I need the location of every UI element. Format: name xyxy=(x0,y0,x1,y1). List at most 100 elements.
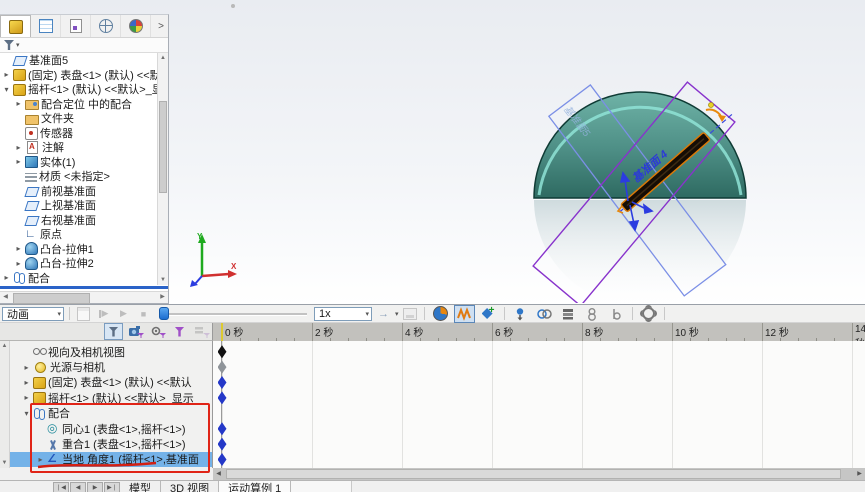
rollback-bar[interactable] xyxy=(0,286,168,289)
timeline-zoom-slider[interactable] xyxy=(159,306,307,321)
motion-analysis-button[interactable] xyxy=(582,305,603,323)
key-point-blue[interactable] xyxy=(217,422,227,436)
scroll-right-icon[interactable]: ▶ xyxy=(157,292,168,303)
tree-item[interactable]: 材质 <未指定> xyxy=(0,169,157,184)
3d-scene[interactable]: 基准面5 基准面 4 xyxy=(500,78,790,303)
tree-item[interactable]: 原点 xyxy=(0,227,157,242)
expand-arrow-icon[interactable]: ▸ xyxy=(14,157,23,166)
gravity-button[interactable] xyxy=(510,305,531,323)
scroll-down-icon[interactable]: ▼ xyxy=(158,275,168,285)
first-tab-button[interactable]: ❘◀ xyxy=(53,482,69,492)
expand-arrow-icon[interactable]: ▸ xyxy=(14,143,23,152)
expand-arrow-icon[interactable]: ▾ xyxy=(22,409,31,418)
scrollbar-thumb[interactable] xyxy=(226,469,841,479)
expand-arrow-icon[interactable]: ▾ xyxy=(2,85,11,94)
tree-item[interactable]: ▸ 凸台-拉伸1 xyxy=(0,242,157,257)
last-tab-button[interactable]: ▶❘ xyxy=(104,482,120,492)
contact-button[interactable] xyxy=(534,305,555,323)
key-point-black[interactable] xyxy=(217,345,227,359)
stop-button[interactable]: ■ xyxy=(135,306,152,321)
feature-tree-vertical-scrollbar[interactable]: ▲ ▼ xyxy=(157,53,168,285)
expand-arrow-icon[interactable]: ▸ xyxy=(14,259,23,268)
tree-item[interactable]: 前视基准面 xyxy=(0,184,157,199)
snapshot-button[interactable] xyxy=(606,305,627,323)
tree-item[interactable]: 传感器 xyxy=(0,126,157,141)
play-button[interactable]: ▶ xyxy=(115,306,132,321)
tree-item[interactable]: ▸ 注解 xyxy=(0,140,157,155)
tree-item[interactable]: 文件夹 xyxy=(0,111,157,126)
timeline-horizontal-scrollbar[interactable]: ◀ ▶ xyxy=(213,468,865,480)
tree-item[interactable]: ▸ (固定) 表盘<1> (默认) <<默认 xyxy=(0,68,157,83)
expand-arrow-icon[interactable]: ▸ xyxy=(14,244,23,253)
filter-animated-icon[interactable] xyxy=(126,323,145,340)
timeline-canvas[interactable] xyxy=(213,341,865,468)
tree-item[interactable]: ▸ 配合 xyxy=(0,271,157,286)
spring-button[interactable] xyxy=(453,304,475,323)
study-type-select[interactable]: 动画 ▾ xyxy=(2,306,64,321)
key-point-blue[interactable] xyxy=(217,376,227,389)
save-animation-button[interactable] xyxy=(402,306,419,321)
timeline-ruler[interactable]: 0 秒 2 秒 4 秒 6 秒 8 秒 10 秒 12 秒 14 秒 xyxy=(213,323,865,342)
tree-item[interactable]: ▾ 摇杆<1> (默认) <<默认>_显示 xyxy=(0,82,157,97)
expand-arrow-icon[interactable]: ▸ xyxy=(14,99,23,108)
scrollbar-thumb[interactable] xyxy=(159,101,167,193)
tree-item[interactable]: ▸ (固定) 表盘<1> (默认) <<默认 xyxy=(10,375,212,390)
filter-selected-funnel-icon[interactable] xyxy=(170,323,189,340)
key-point-blue[interactable] xyxy=(217,437,227,451)
key-point-blue[interactable] xyxy=(217,453,227,466)
tree-item[interactable]: 视向及相机视图 xyxy=(10,344,212,359)
previous-tab-button[interactable]: ◀ xyxy=(70,482,86,492)
expand-arrow-icon[interactable]: ▸ xyxy=(2,70,11,79)
scroll-up-icon[interactable]: ▲ xyxy=(158,53,168,63)
tree-item[interactable]: 同心1 (表盘<1>,摇杆<1>) xyxy=(10,421,212,436)
motion-study-properties-button[interactable] xyxy=(638,305,659,323)
tab-active[interactable]: 运动算例 1 xyxy=(219,481,292,492)
dimxpertmanager-tab[interactable] xyxy=(91,15,121,37)
featuremanager-design-tree-tab[interactable] xyxy=(0,15,31,37)
key-point-blue[interactable] xyxy=(217,391,227,405)
tree-item[interactable]: 上视基准面 xyxy=(0,198,157,213)
no-filter-funnel-icon[interactable] xyxy=(104,323,123,340)
tree-item[interactable]: ▸ 光源与相机 xyxy=(10,359,212,374)
expand-arrow-icon[interactable]: ▸ xyxy=(22,363,31,372)
tree-item[interactable]: ▸ 摇杆<1> (默认) <<默认>_显示 xyxy=(10,390,212,405)
force-button[interactable]: + xyxy=(478,305,499,323)
scrollbar-thumb[interactable] xyxy=(13,293,90,304)
tree-filter-bar[interactable]: ▾ xyxy=(0,38,168,53)
motion-tree-scrollbar[interactable]: ▲ ▼ xyxy=(0,341,10,468)
tree-item[interactable]: 重合1 (表盘<1>,摇杆<1>) xyxy=(10,436,212,451)
scroll-down-icon[interactable]: ▼ xyxy=(0,460,9,466)
scroll-right-icon[interactable]: ▶ xyxy=(854,468,865,480)
filter-results-icon[interactable] xyxy=(192,323,211,340)
timebar-playhead[interactable] xyxy=(221,323,223,341)
tree-item[interactable]: 右视基准面 xyxy=(0,213,157,228)
results-and-plots-button[interactable] xyxy=(558,305,579,323)
tree-item[interactable]: ▸ 配合定位 中的配合 xyxy=(0,97,157,112)
displaymanager-tab[interactable] xyxy=(121,15,151,37)
scroll-left-icon[interactable]: ◀ xyxy=(0,292,11,303)
chevron-down-icon[interactable]: ▾ xyxy=(395,310,399,318)
tree-item[interactable]: ▸ 实体(1) xyxy=(0,155,157,170)
expand-arrow-icon[interactable]: ▸ xyxy=(36,455,45,464)
filter-driving-icon[interactable] xyxy=(148,323,167,340)
scroll-up-icon[interactable]: ▲ xyxy=(0,343,9,349)
propertymanager-tab[interactable] xyxy=(31,15,61,37)
expand-arrow-icon[interactable]: ▸ xyxy=(2,273,11,282)
tree-item[interactable]: ▸ 当地 角度1 (摇杆<1>,基准面 xyxy=(10,451,212,468)
motor-button[interactable] xyxy=(430,305,451,323)
more-tabs-chevron-icon[interactable]: > xyxy=(154,15,168,37)
playback-speed-select[interactable]: 1x ▾ xyxy=(314,306,372,321)
play-from-start-button[interactable]: ▶ xyxy=(95,306,112,321)
tree-item[interactable]: ▾ 配合 xyxy=(10,406,212,421)
tree-item[interactable]: 基准面5 xyxy=(0,53,157,68)
scroll-left-icon[interactable]: ◀ xyxy=(213,468,224,480)
slider-thumb[interactable] xyxy=(159,307,169,320)
calculate-button[interactable] xyxy=(75,306,92,321)
configurationmanager-tab[interactable] xyxy=(61,15,91,37)
key-point-gray[interactable] xyxy=(217,360,227,374)
expand-arrow-icon[interactable]: ▸ xyxy=(22,378,31,387)
expand-arrow-icon[interactable]: ▸ xyxy=(22,393,31,402)
tab-inactive[interactable]: 模型 xyxy=(120,481,161,492)
next-tab-button[interactable]: ▶ xyxy=(87,482,103,492)
tree-item[interactable]: ▸ 凸台-拉伸2 xyxy=(0,256,157,271)
